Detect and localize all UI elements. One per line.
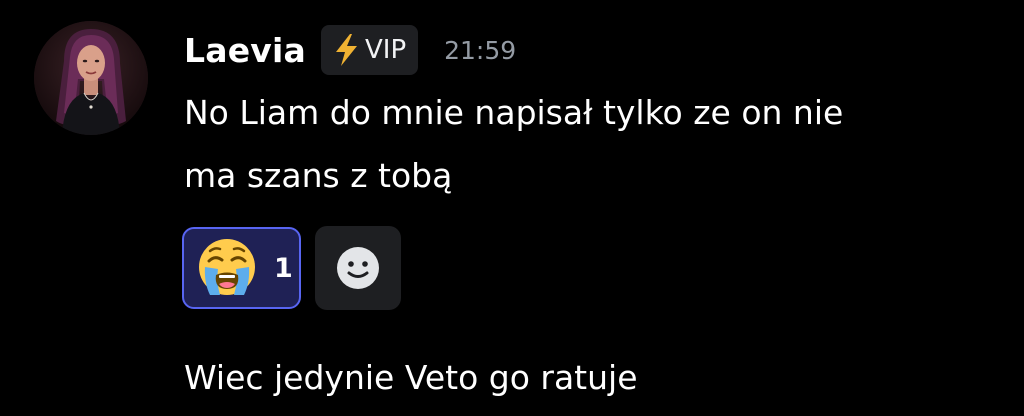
user-avatar[interactable] — [34, 21, 148, 135]
add-reaction-button[interactable] — [315, 226, 401, 310]
message-text-line-2: ma szans z tobą — [184, 156, 453, 195]
loudly-crying-face-icon — [199, 239, 255, 295]
vip-role-badge[interactable]: VIP — [320, 25, 419, 75]
followup-message-text: Wiec jedynie Veto go ratuje — [184, 358, 638, 397]
message-timestamp[interactable]: 21:59 — [444, 36, 516, 65]
reaction-count: 1 — [274, 252, 293, 284]
reactions-row: 1 — [182, 226, 401, 310]
avatar-image — [34, 21, 148, 135]
vip-badge-label: VIP — [364, 35, 407, 65]
add-reaction-smiley-icon — [337, 247, 379, 289]
message-text-line-1: No Liam do mnie napisał tylko ze on nie — [184, 93, 844, 132]
message-header: Laevia VIP 21:59 — [184, 22, 516, 78]
reaction-loudly-crying[interactable]: 1 — [182, 227, 301, 309]
lightning-bolt-icon — [335, 34, 357, 66]
username[interactable]: Laevia — [184, 31, 306, 70]
